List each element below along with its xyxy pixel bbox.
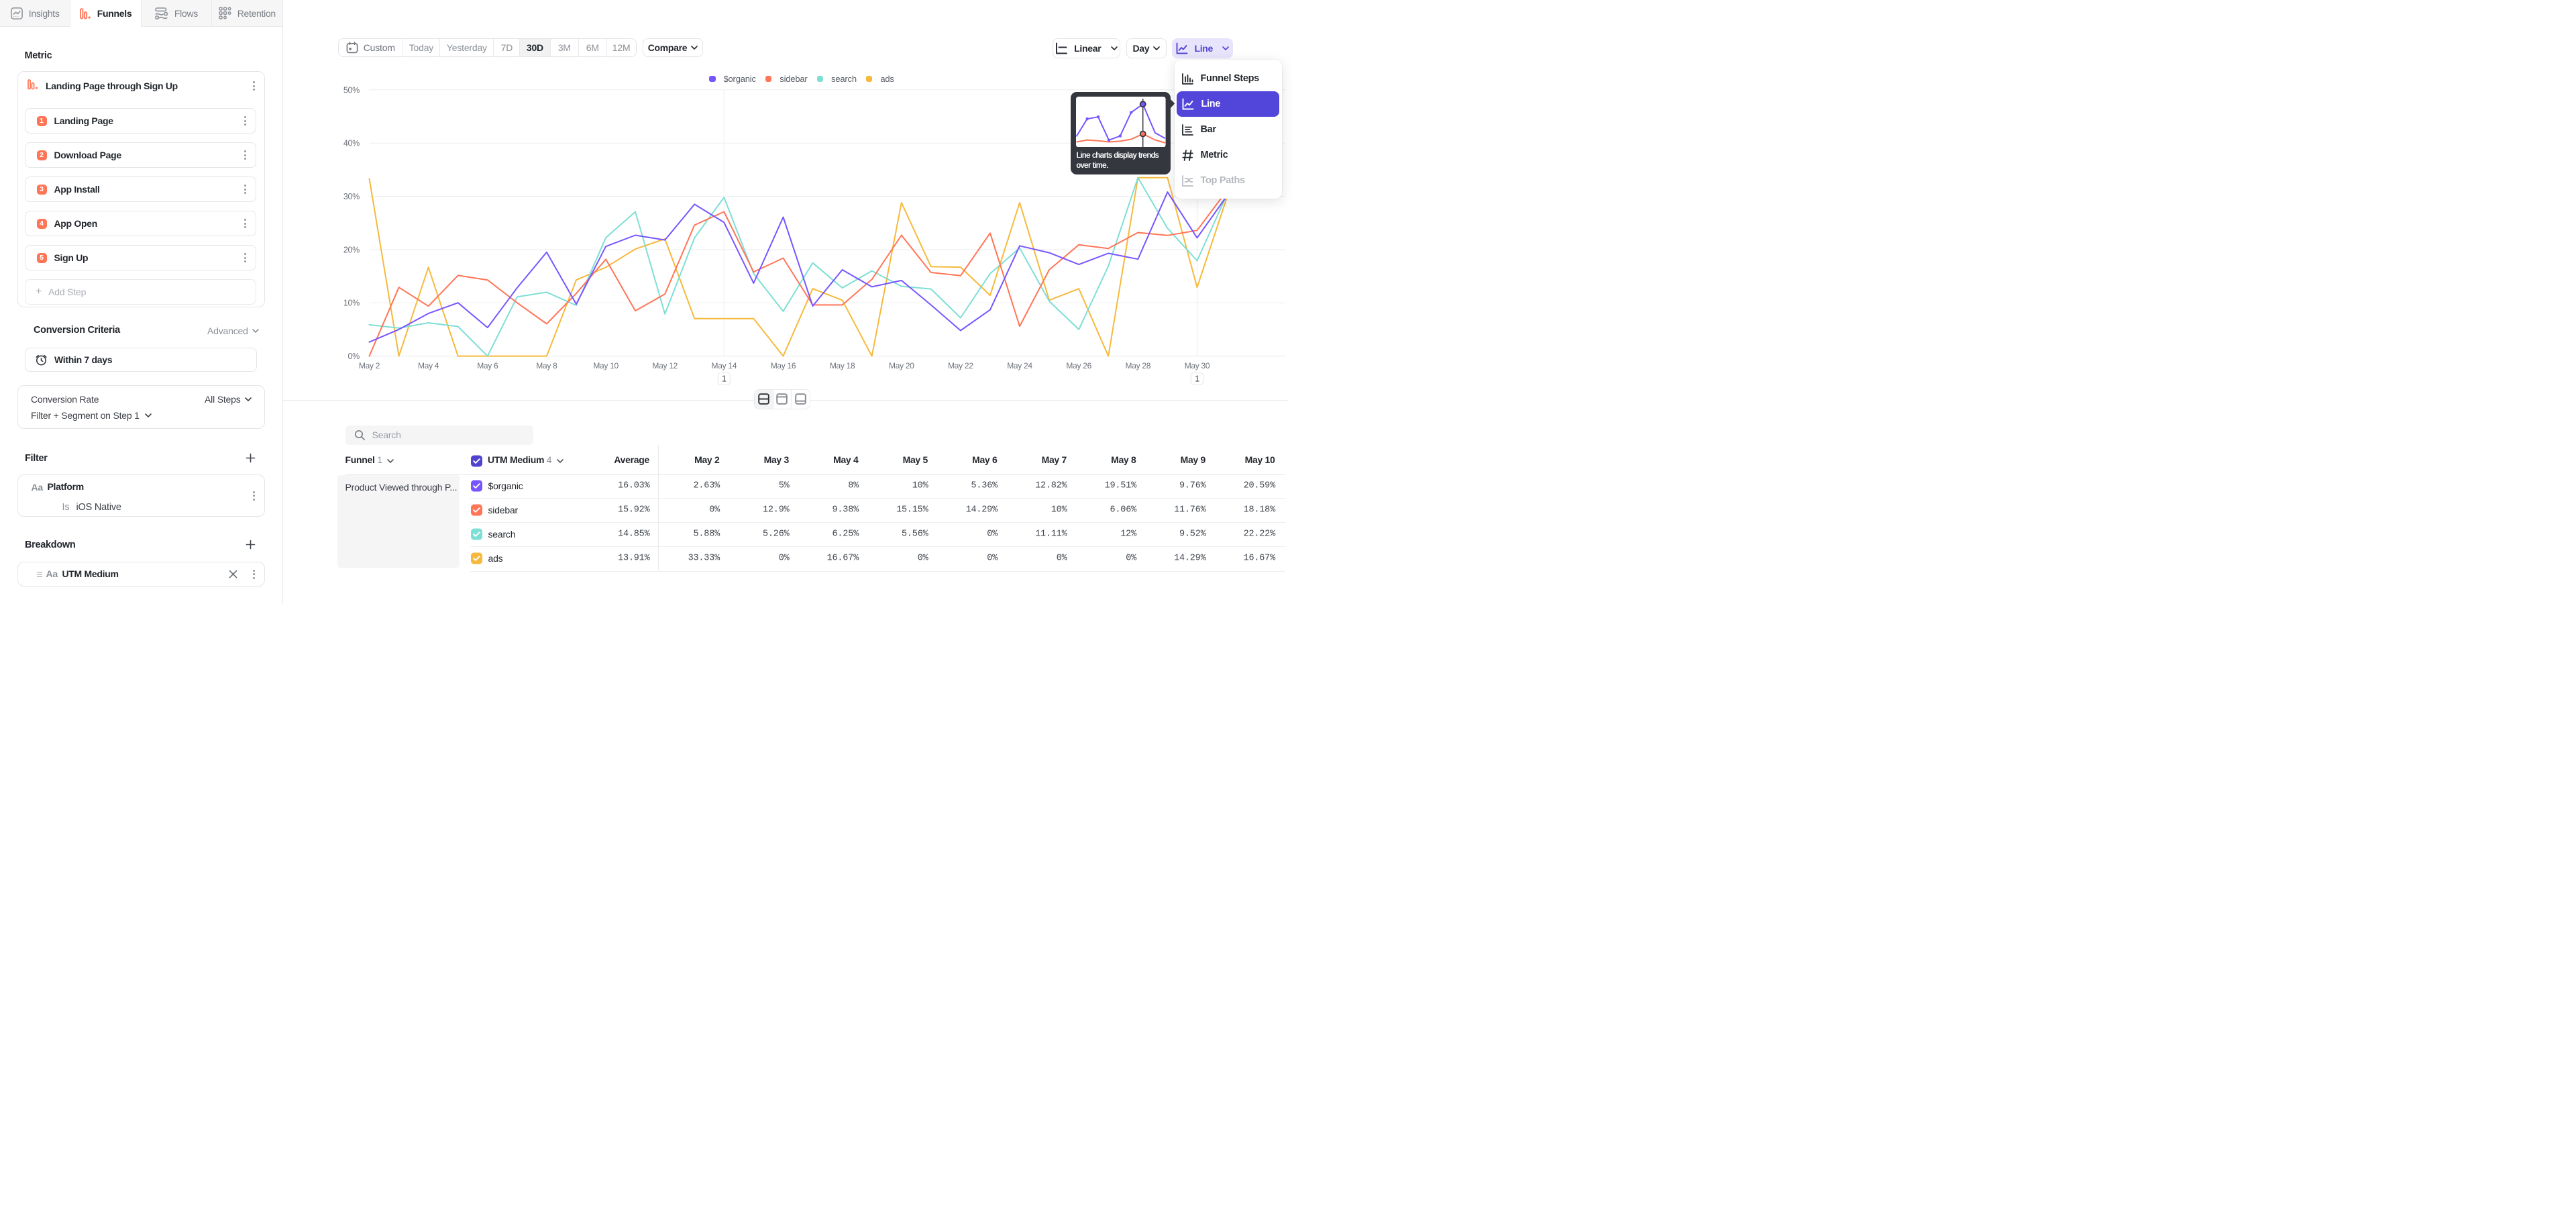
svg-text:1: 1: [1195, 374, 1199, 384]
svg-text:May 22: May 22: [948, 361, 973, 370]
svg-text:May 30: May 30: [1185, 361, 1210, 370]
svg-text:May 2: May 2: [359, 361, 380, 370]
svg-text:May 10: May 10: [593, 361, 619, 370]
svg-text:1: 1: [722, 374, 727, 384]
svg-text:May 26: May 26: [1066, 361, 1091, 370]
svg-text:May 18: May 18: [830, 361, 855, 370]
svg-text:May 12: May 12: [652, 361, 678, 370]
svg-text:May 24: May 24: [1007, 361, 1032, 370]
svg-text:0%: 0%: [348, 352, 360, 361]
svg-text:May 4: May 4: [418, 361, 439, 370]
svg-text:20%: 20%: [343, 245, 360, 254]
svg-text:40%: 40%: [343, 139, 360, 148]
svg-text:50%: 50%: [343, 85, 360, 95]
svg-text:30%: 30%: [343, 192, 360, 201]
svg-text:May 28: May 28: [1126, 361, 1151, 370]
svg-text:May 16: May 16: [771, 361, 796, 370]
svg-text:May 6: May 6: [477, 361, 498, 370]
svg-text:May 14: May 14: [712, 361, 737, 370]
svg-text:10%: 10%: [343, 299, 360, 308]
svg-text:May 8: May 8: [536, 361, 557, 370]
svg-text:May 20: May 20: [889, 361, 914, 370]
